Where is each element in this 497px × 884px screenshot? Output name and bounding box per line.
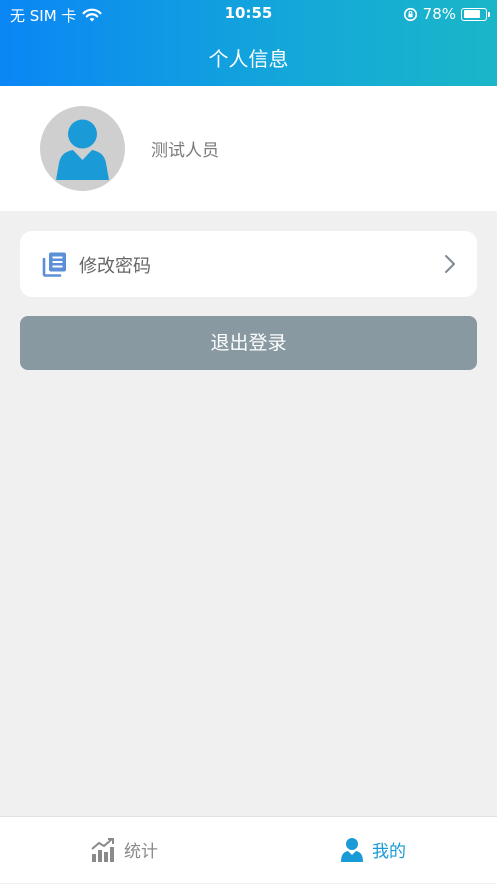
status-bar: 无 SIM 卡 10:55 78% — [0, 0, 497, 28]
change-password-label: 修改密码 — [79, 256, 151, 277]
orientation-lock-icon — [403, 7, 417, 21]
tab-bar: 统计 我的 — [0, 816, 497, 883]
change-password-item[interactable]: 修改密码 — [20, 231, 477, 297]
user-name: 测试人员 — [151, 141, 219, 161]
battery-percent: 78% — [422, 5, 456, 23]
document-list-icon — [42, 252, 66, 277]
avatar[interactable] — [40, 106, 125, 191]
page-title: 个人信息 — [208, 47, 289, 71]
status-right: 78% — [403, 5, 490, 23]
header-bar: 无 SIM 卡 10:55 78% 个人信息 — [0, 0, 497, 86]
person-icon — [341, 837, 363, 862]
tab-stats-label: 统计 — [124, 842, 158, 862]
tab-mine[interactable]: 我的 — [249, 817, 497, 884]
user-avatar-icon — [56, 119, 109, 180]
tab-mine-label: 我的 — [372, 842, 406, 862]
logout-button[interactable]: 退出登录 — [20, 316, 477, 370]
profile-card: 测试人员 — [0, 86, 497, 211]
tab-stats[interactable]: 统计 — [0, 817, 248, 884]
battery-icon — [461, 7, 490, 21]
battery-level-fill — [463, 10, 480, 18]
chart-icon — [91, 837, 114, 862]
chevron-right-icon — [445, 255, 455, 273]
